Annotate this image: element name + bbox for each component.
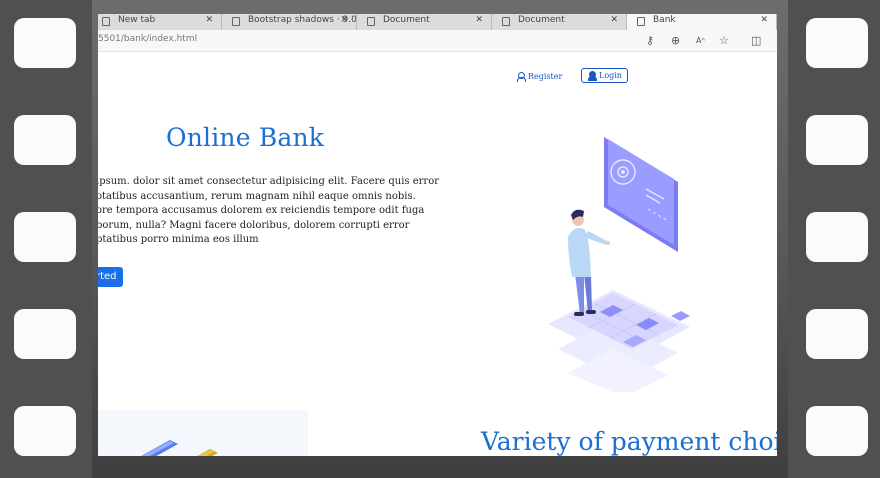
tab-title: Bank — [653, 15, 676, 25]
credit-card-icon — [141, 440, 218, 456]
film-perforation — [806, 18, 868, 68]
hero-title: Online Bank — [166, 123, 325, 152]
user-icon — [516, 72, 526, 82]
tab-title: Document — [518, 15, 565, 25]
description-line: ipsum. dolor sit amet consectetur adipis… — [98, 176, 440, 187]
favorite-icon[interactable]: ☆ — [719, 34, 729, 47]
film-perforation — [806, 406, 868, 456]
tab-bootstrap-shadows[interactable]: Bootstrap shadows · 9.0 els ✕ — [222, 14, 357, 30]
close-icon[interactable]: ✕ — [475, 14, 483, 27]
description-line: borum, nulla? Magni facere doloribus, do… — [98, 219, 410, 231]
description-line: ore tempora accusamus dolorem ex reicien… — [98, 205, 425, 216]
tab-title: Document — [383, 15, 430, 25]
url-text[interactable]: 5501/bank/index.html — [98, 34, 197, 44]
tab-document[interactable]: Document ✕ — [357, 14, 492, 30]
film-perforation — [806, 115, 868, 165]
film-right-edge — [788, 0, 880, 478]
tab-document-2[interactable]: Document ✕ — [492, 14, 627, 30]
tab-new-tab[interactable]: New tab ✕ — [98, 14, 222, 30]
film-perforation — [14, 18, 76, 68]
zoom-icon[interactable]: ⊕ — [671, 34, 680, 47]
page-icon — [502, 17, 510, 26]
read-aloud-icon[interactable]: Aᴬ — [696, 36, 705, 45]
tab-strip: New tab ✕ Bootstrap shadows · 9.0 els ✕ … — [98, 14, 777, 30]
payment-choices-heading: Variety of payment choic — [481, 427, 777, 456]
register-label: Register — [528, 72, 563, 81]
film-perforation — [14, 115, 76, 165]
digital-banking-illustration — [548, 137, 690, 392]
login-button[interactable]: Login — [581, 68, 628, 83]
get-started-button[interactable]: rted — [98, 267, 123, 287]
film-perforation — [806, 212, 868, 262]
tab-bank[interactable]: Bank ✕ — [627, 14, 777, 30]
user-icon — [587, 71, 597, 81]
login-label: Login — [599, 71, 622, 80]
register-link[interactable]: Register — [516, 72, 563, 82]
film-perforation — [14, 212, 76, 262]
close-icon[interactable]: ✕ — [205, 14, 213, 27]
bank-page: Register Login Online Bank ipsum. dolor … — [98, 52, 777, 456]
film-perforation — [806, 309, 868, 359]
browser-window: New tab ✕ Bootstrap shadows · 9.0 els ✕ … — [98, 14, 777, 456]
film-perforation — [14, 406, 76, 456]
tab-title: New tab — [118, 15, 156, 25]
page-icon — [102, 17, 110, 26]
page-icon — [637, 17, 645, 26]
close-icon[interactable]: ✕ — [610, 14, 618, 27]
film-left-edge — [0, 0, 92, 478]
close-icon[interactable]: ✕ — [340, 14, 348, 27]
hero-description: ipsum. dolor sit amet consectetur adipis… — [98, 175, 440, 248]
split-screen-icon[interactable]: ◫ — [751, 34, 761, 47]
film-perforation — [14, 309, 76, 359]
description-line: otatibus accusantium, rerum magnam nihil… — [98, 190, 416, 202]
cards-illustration — [98, 410, 308, 456]
page-icon — [232, 17, 240, 26]
address-bar[interactable]: 5501/bank/index.html ⚷ ⊕ Aᴬ ☆ ◫ — [98, 30, 777, 52]
description-line: ptatibus porro minima eos illum — [98, 234, 259, 245]
page-icon — [367, 17, 375, 26]
close-icon[interactable]: ✕ — [760, 14, 768, 27]
key-icon[interactable]: ⚷ — [646, 34, 654, 47]
